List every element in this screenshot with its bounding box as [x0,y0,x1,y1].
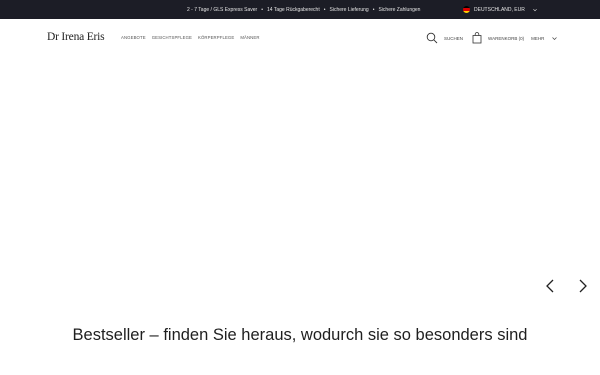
cart-button[interactable]: WARENKORB (0) [472,32,524,44]
shopping-bag-icon [472,32,482,44]
promo-payments: Sichere Zahlungen [378,6,421,13]
search-button[interactable]: SUCHEN [426,32,463,44]
more-menu-label: MEHR [531,35,545,41]
separator-dot: • [323,6,326,13]
top-announcement-bar: 2 - 7 Tage / GLS Express Saver • 14 Tage… [0,0,600,19]
more-menu-button[interactable]: MEHR [531,35,558,41]
nav-item-gesichtspflege[interactable]: GESICHTSPFLEGE [152,35,192,40]
chevron-down-icon [552,36,558,40]
search-label: SUCHEN [444,35,464,41]
chevron-right-icon[interactable] [577,278,589,294]
promo-returns: 14 Tage Rückgaberecht [267,6,320,13]
separator-dot: • [261,6,263,13]
nav-item-maenner[interactable]: MÄNNER [240,35,259,40]
nav-item-angebote[interactable]: ANGEBOTE [121,35,146,40]
brand-logo[interactable]: Dr Irena Eris [47,31,105,43]
chevron-down-icon [533,8,537,11]
promo-shipping: 2 - 7 Tage / GLS Express Saver [187,6,258,13]
promo-delivery: Sichere Lieferung [329,6,369,13]
promo-list: 2 - 7 Tage / GLS Express Saver • 14 Tage… [187,0,420,19]
header-actions: SUCHEN WARENKORB (0) MEHR [426,32,558,44]
site-header: Dr Irena Eris ANGEBOTE GESICHTSPFLEGE KÖ… [0,19,600,61]
locale-label: DEUTSCHLAND, EUR [474,6,525,13]
nav-item-koerperpflege[interactable]: KÖRPERPFLEGE [198,35,234,40]
locale-selector[interactable]: DEUTSCHLAND, EUR [463,0,537,19]
main-nav: ANGEBOTE GESICHTSPFLEGE KÖRPERPFLEGE MÄN… [121,35,260,40]
chevron-left-icon[interactable] [544,278,556,294]
search-icon [426,32,438,44]
germany-flag-icon [463,6,470,13]
cart-label: WARENKORB (0) [488,35,525,41]
separator-dot: • [372,6,375,13]
section-headline: Bestseller – finden Sie heraus, wodurch … [72,326,528,344]
hero-carousel [0,61,600,319]
